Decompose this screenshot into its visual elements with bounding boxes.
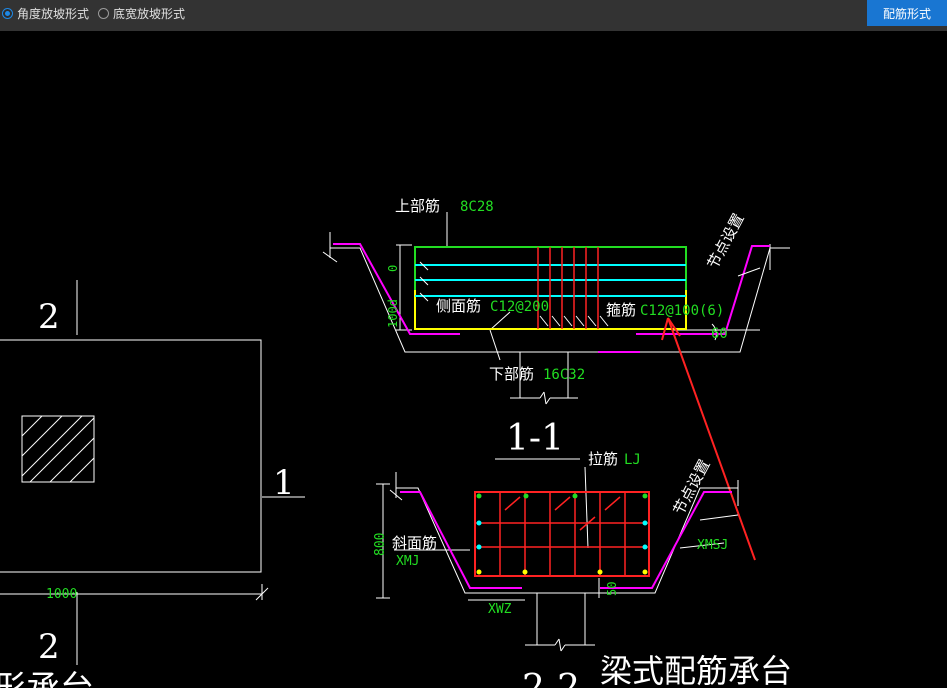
s11-side-rebar-value: C12@200 [490, 299, 549, 315]
radio-angle-slope-label: 角度放坡形式 [17, 7, 90, 21]
s11-title: 1-1 [506, 418, 564, 459]
s22-dim-50: 50 [605, 582, 619, 596]
s22-title: 2-2 [522, 668, 580, 688]
s22-xmsj: XMSJ [697, 538, 728, 553]
s22-tie-label: 拉筋 [588, 450, 618, 468]
s11-top-rebar-label: 上部筋 [395, 197, 440, 215]
s22-xwz: XWZ [488, 602, 512, 617]
s22-ties [475, 492, 649, 576]
s11-side-rebar-label: 侧面筋 [436, 297, 481, 315]
radio-angle-slope[interactable]: 角度放坡形式 [2, 5, 89, 22]
callout-arrow [661, 317, 756, 561]
rebar-form-button[interactable]: 配筋形式 [867, 0, 947, 26]
s11-node-setting: 节点设置 [704, 210, 748, 271]
plan-mark-1: 1 [273, 463, 295, 503]
toolbar: 角度放坡形式 底宽放坡形式 配筋形式 [0, 0, 947, 31]
s11-stirrup-value: C12@100(6) [640, 303, 724, 319]
s11-top-rebar-value: 8C28 [460, 199, 494, 215]
s11-bottom-rebar-value: 16C32 [543, 367, 585, 383]
s22-tie-value: LJ [624, 452, 641, 468]
plan-mark-2-bottom: 2 [38, 627, 60, 667]
s11-dim-0: 0 [386, 265, 400, 272]
drawing-caption: 梁式配筋承台 [600, 652, 792, 688]
s11-angle: 60 [711, 326, 728, 342]
s22-slope-rebar-value: XMJ [396, 554, 419, 569]
s11-stirrup-label: 箍筋 [606, 301, 636, 319]
s11-bottom-rebar-label: 下部筋 [489, 365, 534, 383]
s22-dim-800: 800 [373, 533, 388, 556]
radio-width-slope-label: 底宽放坡形式 [113, 7, 186, 21]
cad-drawing-canvas: 2 1 2 1000 形承台 [0, 197, 792, 688]
plan-mark-2-top: 2 [38, 297, 60, 337]
plan-view [0, 280, 305, 665]
radio-width-slope[interactable]: 底宽放坡形式 [98, 5, 185, 22]
s22-rebar-dots [476, 493, 648, 575]
plan-partial-title: 形承台 [0, 669, 94, 688]
s11-dim-100d: 100d [386, 299, 400, 328]
s22-slope-rebar-label: 斜面筋 [392, 534, 437, 552]
plan-dim-width: 1000 [46, 587, 77, 602]
column-hatch [21, 415, 95, 483]
plan-outline [0, 339, 262, 573]
radio-unselected-icon [98, 8, 109, 19]
radio-selected-icon [2, 8, 13, 19]
